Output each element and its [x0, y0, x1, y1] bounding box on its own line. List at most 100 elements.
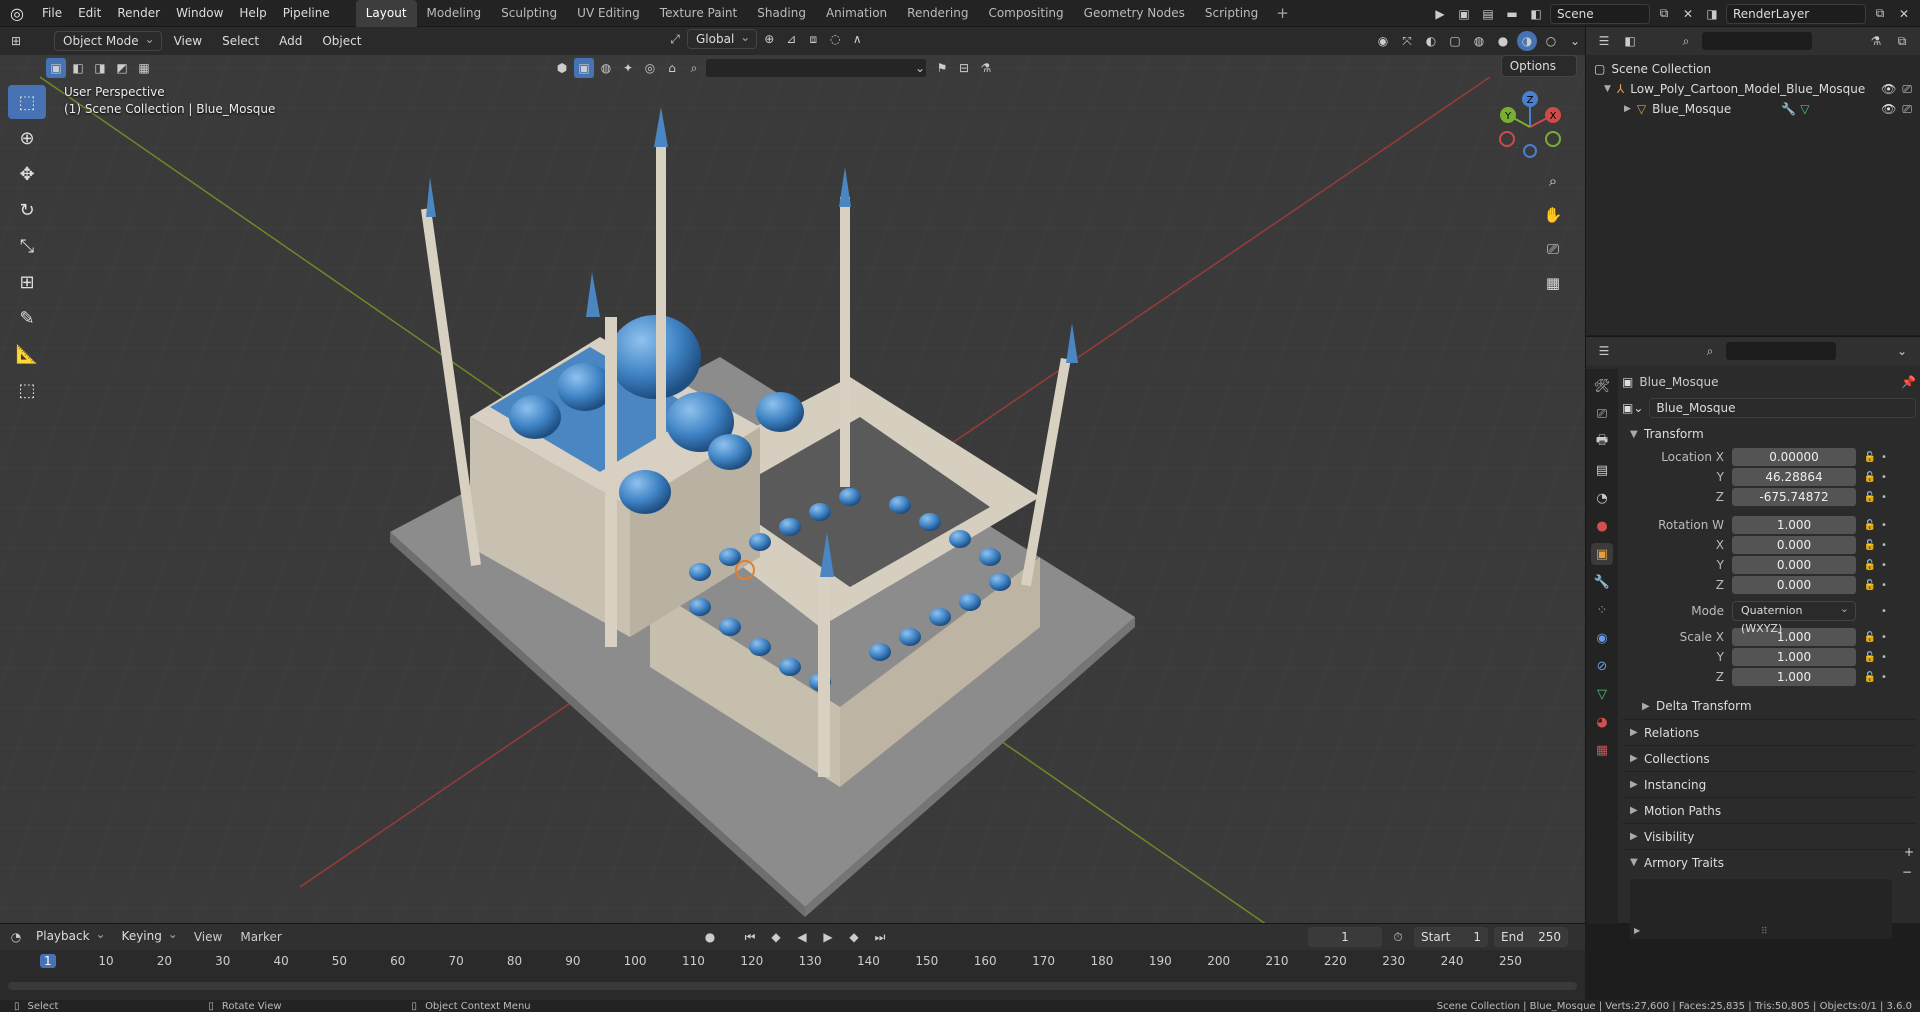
delta-transform-header[interactable]: ▶ Delta Transform — [1622, 693, 1916, 719]
outliner-item[interactable]: ▶ ▽ Blue_Mosque 🔧 ▽ 👁 ⎚ — [1594, 99, 1912, 119]
bookmark-icon[interactable]: ⚑ — [932, 58, 952, 78]
add-trait-button[interactable]: + — [1904, 845, 1914, 859]
armory-traits-header[interactable]: ▼ Armory Traits — [1622, 849, 1916, 875]
select-intersect-icon[interactable]: ▦ — [134, 58, 154, 78]
annotate-tool[interactable]: ✎ — [8, 301, 46, 335]
measure-tool[interactable]: 📐 — [8, 337, 46, 371]
keyframe-dot-icon[interactable]: • — [1878, 452, 1890, 463]
outliner-search-icon[interactable]: ⌕ — [1676, 31, 1696, 51]
material-tab-icon[interactable]: ◕ — [1591, 711, 1613, 733]
solid-shading-icon[interactable]: ● — [1493, 31, 1513, 51]
lock-icon[interactable]: 🔓 — [1862, 520, 1878, 531]
snap-target-icon[interactable]: ⧈ — [803, 29, 823, 49]
menu-render[interactable]: Render — [109, 0, 168, 27]
outliner-root[interactable]: ▢ Scene Collection — [1594, 59, 1912, 79]
lock-icon[interactable]: 🔓 — [1862, 652, 1878, 663]
location-y-field[interactable]: 46.28864 — [1732, 468, 1856, 486]
select-subtract-icon[interactable]: ◨ — [90, 58, 110, 78]
view-settings-icon[interactable]: ⊟ — [954, 58, 974, 78]
tab-rendering[interactable]: Rendering — [897, 0, 978, 27]
render-icon[interactable]: ▣ — [1454, 4, 1474, 24]
menu-select[interactable]: Select — [214, 34, 267, 48]
timeline-scrollbar[interactable] — [8, 982, 1577, 990]
eye-icon[interactable]: 👁 — [1881, 102, 1896, 116]
tab-uv-editing[interactable]: UV Editing — [567, 0, 650, 27]
rotation-mode-dropdown[interactable]: Quaternion (WXYZ) — [1732, 600, 1856, 635]
pan-hand-icon[interactable]: ✋ — [1539, 201, 1567, 229]
object-tab-icon[interactable]: ▣ — [1591, 543, 1613, 565]
camera-filter-icon[interactable]: ◎ — [640, 58, 660, 78]
timeline-ruler[interactable]: 1 10 20 30 40 50 60 70 80 90 100 110 120 130 140 150 160… — [8, 952, 1577, 972]
lock-icon[interactable]: 🔓 — [1862, 452, 1878, 463]
lock-icon[interactable]: 🔓 — [1862, 632, 1878, 643]
play-reverse-icon[interactable]: ◀ — [792, 927, 812, 947]
list-expand-icon[interactable]: ▶ — [1634, 926, 1640, 935]
lock-icon[interactable]: 🔓 — [1862, 540, 1878, 551]
tab-texture-paint[interactable]: Texture Paint — [650, 0, 747, 27]
select-new-icon[interactable]: ▣ — [46, 58, 66, 78]
tab-modeling[interactable]: Modeling — [417, 0, 492, 27]
search-icon[interactable]: ⌕ — [684, 58, 704, 78]
lock-icon[interactable]: 🔓 — [1862, 560, 1878, 571]
render-layer-field[interactable]: RenderLayer — [1726, 3, 1866, 24]
scale-tool[interactable]: ⤡ — [8, 229, 46, 263]
empty-filter-icon[interactable]: ⌂ — [662, 58, 682, 78]
start-frame-field[interactable]: Start 1 — [1414, 927, 1488, 947]
wireframe-shading-icon[interactable]: ◍ — [1469, 31, 1489, 51]
menu-help[interactable]: Help — [231, 0, 274, 27]
lock-icon[interactable]: 🔓 — [1862, 492, 1878, 503]
output-tab-icon[interactable]: 🖶 — [1591, 431, 1613, 453]
record-icon[interactable]: ● — [700, 927, 720, 947]
timeline-view-menu[interactable]: View — [186, 930, 230, 944]
lock-icon[interactable]: 🔓 — [1862, 580, 1878, 591]
keyframe-dot-icon[interactable]: • — [1878, 540, 1890, 551]
properties-search-input[interactable] — [1726, 342, 1836, 360]
cursor-tool[interactable]: ⊕ — [8, 121, 46, 155]
mesh-filter-icon[interactable]: ▣ — [574, 58, 594, 78]
render-tab-icon[interactable]: ⎚ — [1591, 403, 1613, 425]
tab-compositing[interactable]: Compositing — [978, 0, 1073, 27]
collapse-icon[interactable]: ⌄ — [910, 58, 930, 78]
tab-layout[interactable]: Layout — [355, 0, 417, 27]
delete-layer-icon[interactable]: ✕ — [1894, 4, 1914, 24]
menu-window[interactable]: Window — [168, 0, 231, 27]
keyframe-dot-icon[interactable]: • — [1878, 492, 1890, 503]
armory-traits-list[interactable]: ▶ ⠿ — [1630, 879, 1892, 939]
editor-type-icon[interactable]: ⊞ — [6, 31, 26, 51]
tab-geometry-nodes[interactable]: Geometry Nodes — [1074, 0, 1195, 27]
keyframe-dot-icon[interactable]: • — [1878, 652, 1890, 663]
current-frame-field[interactable]: 1 — [1308, 927, 1382, 947]
keyframe-dot-icon[interactable]: • — [1878, 520, 1890, 531]
navigation-gizmo[interactable]: Z X Y — [1495, 89, 1565, 159]
physics-tab-icon[interactable]: ◉ — [1591, 627, 1613, 649]
filter-icon[interactable]: ⚗ — [976, 58, 996, 78]
play-render-icon[interactable]: ▶ — [1430, 4, 1450, 24]
proportional-icon[interactable]: ◌ — [825, 29, 845, 49]
shading-options-icon[interactable]: ⌄ — [1565, 31, 1585, 51]
menu-file[interactable]: File — [34, 0, 70, 27]
jump-start-icon[interactable]: ⏮ — [740, 927, 760, 947]
object-name-field[interactable]: Blue_Mosque — [1649, 398, 1916, 418]
tab-sculpting[interactable]: Sculpting — [491, 0, 567, 27]
list-resize-handle-icon[interactable]: ⠿ — [1761, 927, 1768, 937]
scene-icon[interactable]: ◧ — [1526, 4, 1546, 24]
xray-icon[interactable]: ▢ — [1445, 31, 1465, 51]
move-tool[interactable]: ✥ — [8, 157, 46, 191]
camera-view-icon[interactable]: ⎚ — [1539, 235, 1567, 263]
expand-chevron-icon[interactable]: ▶ — [1624, 104, 1631, 114]
world-tab-icon[interactable]: ● — [1591, 515, 1613, 537]
options-button[interactable]: Options — [1500, 55, 1577, 77]
tab-animation[interactable]: Animation — [816, 0, 897, 27]
stopwatch-icon[interactable]: ⏱ — [1388, 927, 1408, 947]
add-cube-tool[interactable]: ⬚ — [8, 373, 46, 407]
select-invert-icon[interactable]: ◩ — [112, 58, 132, 78]
rotate-tool[interactable]: ↻ — [8, 193, 46, 227]
keyframe-dot-icon[interactable]: • — [1878, 672, 1890, 683]
instancing-header[interactable]: ▶ Instancing — [1622, 771, 1916, 797]
ortho-grid-icon[interactable]: ▦ — [1539, 269, 1567, 297]
menu-pipeline[interactable]: Pipeline — [275, 0, 338, 27]
location-x-field[interactable]: 0.00000 — [1732, 448, 1856, 466]
keyframe-dot-icon[interactable]: • — [1878, 632, 1890, 643]
lock-icon[interactable]: 🔓 — [1862, 472, 1878, 483]
next-keyframe-icon[interactable]: ◆ — [844, 927, 864, 947]
